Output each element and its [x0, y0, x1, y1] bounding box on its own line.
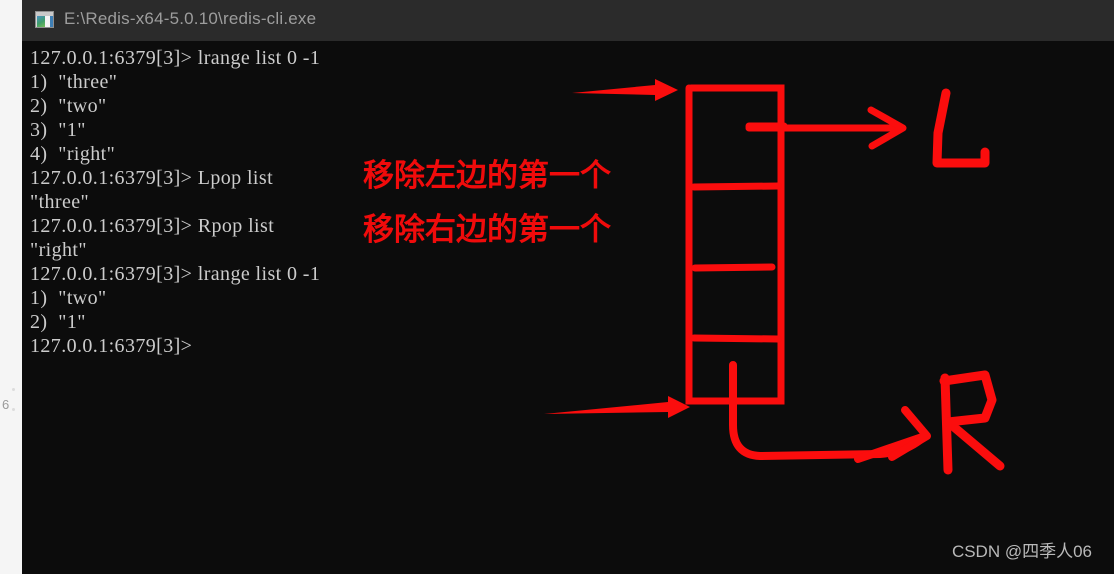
terminal-line: 127.0.0.1:6379[3]> Lpop list	[30, 167, 274, 189]
terminal-line: 127.0.0.1:6379[3]> lrange list 0 -1	[30, 263, 321, 285]
terminal-output[interactable]: 127.0.0.1:6379[3]> lrange list 0 -1 1) "…	[22, 41, 1114, 574]
terminal-line: 1) "three"	[30, 71, 118, 93]
console-app-icon	[35, 11, 54, 28]
screenshot-root: 6 E:\Redis-x64-5.0.10\redis-cli.exe 127.…	[0, 0, 1114, 574]
console-window: E:\Redis-x64-5.0.10\redis-cli.exe 127.0.…	[22, 0, 1114, 574]
csdn-watermark: CSDN @四季人06	[951, 542, 1092, 561]
window-titlebar[interactable]: E:\Redis-x64-5.0.10\redis-cli.exe	[22, 0, 1114, 41]
terminal-line: 2) "1"	[30, 311, 86, 333]
window-title: E:\Redis-x64-5.0.10\redis-cli.exe	[64, 9, 317, 28]
terminal-line: 127.0.0.1:6379[3]>	[30, 335, 193, 357]
terminal-line: 3) "1"	[30, 119, 86, 141]
terminal-line: "three"	[30, 191, 90, 213]
strip-dot	[12, 388, 15, 391]
terminal-line: 1) "two"	[30, 287, 107, 309]
page-background-strip: 6	[0, 0, 22, 574]
terminal-line: 127.0.0.1:6379[3]> lrange list 0 -1	[30, 47, 321, 69]
terminal-line: "right"	[30, 239, 87, 261]
terminal-line: 2) "two"	[30, 95, 107, 117]
page-strip-number: 6	[2, 397, 10, 412]
terminal-line: 4) "right"	[30, 143, 116, 165]
strip-dot	[12, 408, 15, 411]
terminal-line: 127.0.0.1:6379[3]> Rpop list	[30, 215, 275, 237]
